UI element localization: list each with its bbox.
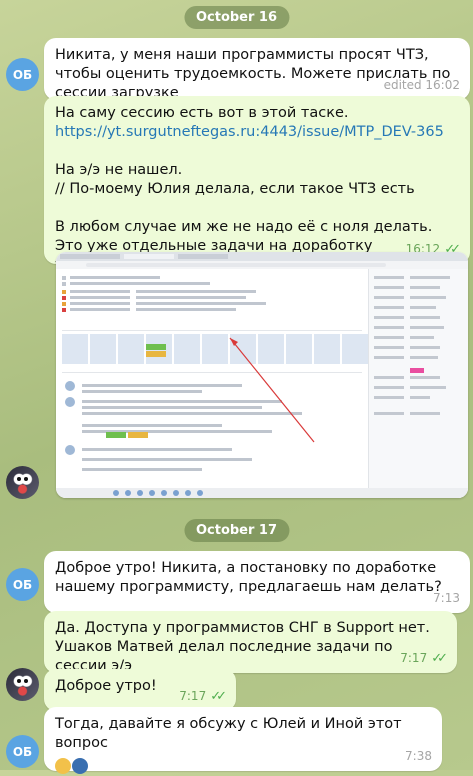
screenshot-attachment[interactable] (56, 252, 468, 498)
message-bubble[interactable]: Никита, у меня наши программисты просят … (44, 38, 470, 101)
message-text: На э/э не нашел. (55, 162, 183, 178)
date-separator: October 16 (183, 6, 290, 29)
reaction-avatar (72, 758, 88, 774)
read-checkmarks-icon: ✓✓ (210, 689, 227, 704)
message-text: В любом случае им же не надо её с ноля д… (55, 219, 433, 235)
avatar[interactable]: ОБ (6, 58, 39, 91)
message-bubble[interactable]: Доброе утро! Никита, а постановку по дор… (44, 551, 470, 613)
message-text: // По-моему Юлия делала, если такое ЧТЗ … (55, 181, 415, 197)
issue-link[interactable]: https://yt.surgutneftegas.ru:4443/issue/… (55, 123, 459, 142)
avatar[interactable] (6, 668, 39, 701)
message-time: 7:13 (433, 591, 460, 605)
message-text: Доброе утро! Никита, а постановку по дор… (55, 560, 442, 595)
avatar[interactable] (6, 466, 39, 499)
message-time: 7:38 (405, 749, 432, 763)
message-bubble[interactable]: Да. Доступа у программистов СНГ в Suppor… (44, 611, 457, 674)
reaction-avatar (55, 758, 71, 774)
message-text: Доброе утро! (55, 678, 157, 694)
date-separator: October 17 (183, 519, 290, 542)
reactions[interactable] (55, 757, 431, 776)
read-checkmarks-icon: ✓✓ (431, 651, 448, 666)
screenshot-image (56, 252, 468, 498)
message-time: 7:17 (400, 651, 428, 665)
message-text: Да. Доступа у программистов СНГ в Suppor… (55, 620, 430, 674)
message-bubble[interactable]: Тогда, давайте я обсужу с Юлей и Иной эт… (44, 707, 442, 774)
message-bubble[interactable]: Доброе утро! 7:17 ✓✓ (44, 669, 236, 711)
message-text: Тогда, давайте я обсужу с Юлей и Иной эт… (55, 716, 402, 751)
message-text: На саму сессию есть вот в этой таске. (55, 105, 349, 121)
message-time: 7:17 (179, 689, 207, 703)
message-bubble[interactable]: На саму сессию есть вот в этой таске. ht… (44, 96, 470, 273)
message-time: edited 16:02 (383, 78, 460, 92)
avatar[interactable]: ОБ (6, 568, 39, 601)
avatar[interactable]: ОБ (6, 735, 39, 768)
